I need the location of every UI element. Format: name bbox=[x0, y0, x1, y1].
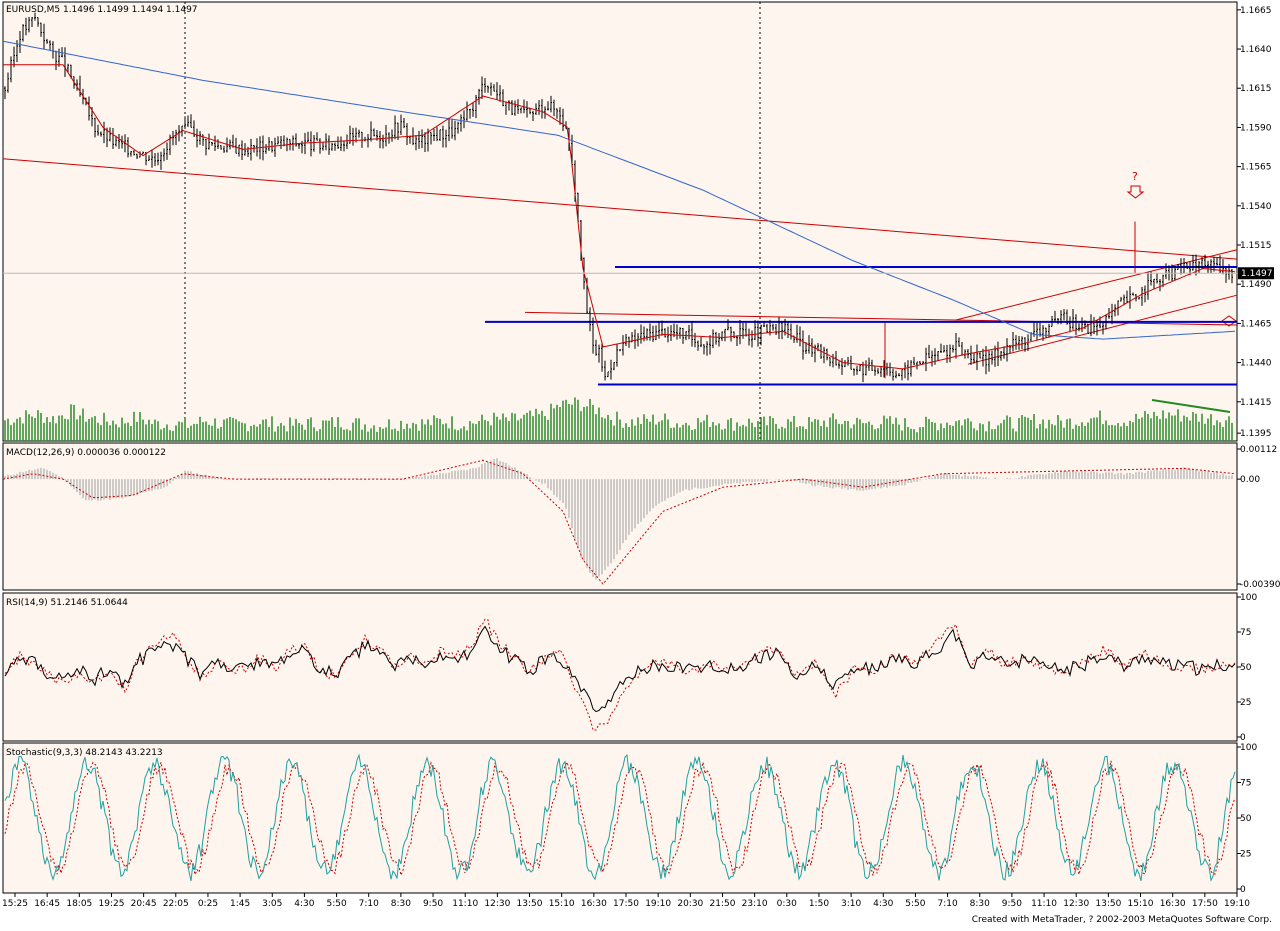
price-y-tick-label: 1.1440 bbox=[1240, 359, 1272, 369]
stochastic-title: Stochastic(9,3,3) 48.2143 43.2213 bbox=[6, 748, 163, 758]
x-tick-label: 17:50 bbox=[1192, 899, 1218, 909]
macd-y-tick-label: 0.00 bbox=[1240, 475, 1260, 485]
x-tick-label: 7:10 bbox=[937, 899, 957, 909]
x-tick-label: 4:30 bbox=[873, 899, 893, 909]
stoch-y-tick-label: 50 bbox=[1240, 814, 1252, 824]
x-tick-label: 20:30 bbox=[677, 899, 703, 909]
x-tick-label: 8:30 bbox=[391, 899, 411, 909]
x-tick-label: 5:50 bbox=[326, 899, 346, 909]
x-tick-label: 4:30 bbox=[294, 899, 314, 909]
x-tick-label: 8:30 bbox=[970, 899, 990, 909]
x-tick-label: 19:25 bbox=[99, 899, 125, 909]
macd-y-tick-label: -0.00390 bbox=[1240, 580, 1280, 590]
x-tick-label: 0:25 bbox=[198, 899, 218, 909]
panel-frame-stoch bbox=[2, 742, 1238, 894]
question-mark-label: ? bbox=[1132, 170, 1138, 183]
panel-frame-price bbox=[2, 1, 1238, 442]
x-tick-label: 11:10 bbox=[1031, 899, 1057, 909]
x-tick-label: 15:10 bbox=[549, 899, 575, 909]
x-tick-label: 20:45 bbox=[131, 899, 157, 909]
price-y-tick-label: 1.1540 bbox=[1240, 202, 1272, 212]
x-tick-label: 3:05 bbox=[262, 899, 282, 909]
price-y-tick-label: 1.1515 bbox=[1240, 241, 1272, 251]
price-y-tick-label: 1.1590 bbox=[1240, 123, 1272, 133]
x-tick-label: 19:10 bbox=[1224, 899, 1250, 909]
current-price-label: 1.1497 bbox=[1241, 269, 1273, 279]
rsi-y-tick-label: 0 bbox=[1240, 733, 1246, 743]
x-tick-label: 9:50 bbox=[1002, 899, 1022, 909]
x-tick-label: 0:30 bbox=[777, 899, 797, 909]
x-tick-label: 21:50 bbox=[710, 899, 736, 909]
x-tick-label: 3:10 bbox=[841, 899, 861, 909]
x-tick-label: 15:25 bbox=[2, 899, 28, 909]
price-y-tick-label: 1.1640 bbox=[1240, 45, 1272, 55]
x-tick-label: 9:50 bbox=[423, 899, 443, 909]
x-tick-label: 5:50 bbox=[905, 899, 925, 909]
x-tick-label: 12:30 bbox=[1063, 899, 1089, 909]
x-tick-label: 23:10 bbox=[742, 899, 768, 909]
x-tick-label: 1:50 bbox=[809, 899, 829, 909]
chart-canvas: 1.1665 1.1640 1.1615 1.1590 1.1565 1.1540 1.15… bbox=[2, 1, 1280, 909]
footer-credit: Created with MetaTrader, ? 2002-2003 Met… bbox=[971, 915, 1272, 925]
price-y-tick-label: 1.1615 bbox=[1240, 84, 1272, 94]
rsi-y-tick-label: 50 bbox=[1240, 663, 1252, 673]
macd-title: MACD(12,26,9) 0.000036 0.000122 bbox=[6, 448, 166, 458]
x-tick-label: 13:50 bbox=[1095, 899, 1121, 909]
x-tick-label: 7:10 bbox=[359, 899, 379, 909]
x-tick-label: 19:10 bbox=[645, 899, 671, 909]
x-tick-label: 12:30 bbox=[484, 899, 510, 909]
stoch-y-tick-label: 25 bbox=[1240, 850, 1251, 860]
stoch-y-tick-label: 75 bbox=[1240, 779, 1251, 789]
x-tick-label: 22:05 bbox=[163, 899, 189, 909]
x-tick-label: 17:50 bbox=[613, 899, 639, 909]
rsi-y-tick-label: 100 bbox=[1240, 593, 1257, 603]
price-y-tick-label: 1.1395 bbox=[1240, 429, 1272, 439]
stoch-y-tick-label: 0 bbox=[1240, 885, 1246, 895]
x-tick-label: 18:05 bbox=[66, 899, 92, 909]
x-tick-label: 13:50 bbox=[517, 899, 543, 909]
price-y-tick-label: 1.1415 bbox=[1240, 398, 1272, 408]
price-y-tick-label: 1.1665 bbox=[1240, 6, 1272, 16]
x-tick-label: 16:45 bbox=[34, 899, 60, 909]
macd-y-tick-label: 0.00112 bbox=[1240, 445, 1277, 455]
x-tick-label: 1:45 bbox=[230, 899, 250, 909]
rsi-y-tick-label: 25 bbox=[1240, 698, 1251, 708]
x-tick-label: 16:30 bbox=[1160, 899, 1186, 909]
price-y-tick-label: 1.1465 bbox=[1240, 319, 1272, 329]
x-tick-label: 16:30 bbox=[581, 899, 607, 909]
price-y-tick-label: 1.1490 bbox=[1240, 280, 1272, 290]
price-y-tick-label: 1.1565 bbox=[1240, 163, 1272, 173]
x-tick-label: 15:10 bbox=[1128, 899, 1154, 909]
rsi-y-tick-label: 75 bbox=[1240, 628, 1251, 638]
stoch-y-tick-label: 100 bbox=[1240, 743, 1257, 753]
x-tick-label: 11:10 bbox=[452, 899, 478, 909]
rsi-title: RSI(14,9) 51.2146 51.0644 bbox=[6, 598, 128, 608]
